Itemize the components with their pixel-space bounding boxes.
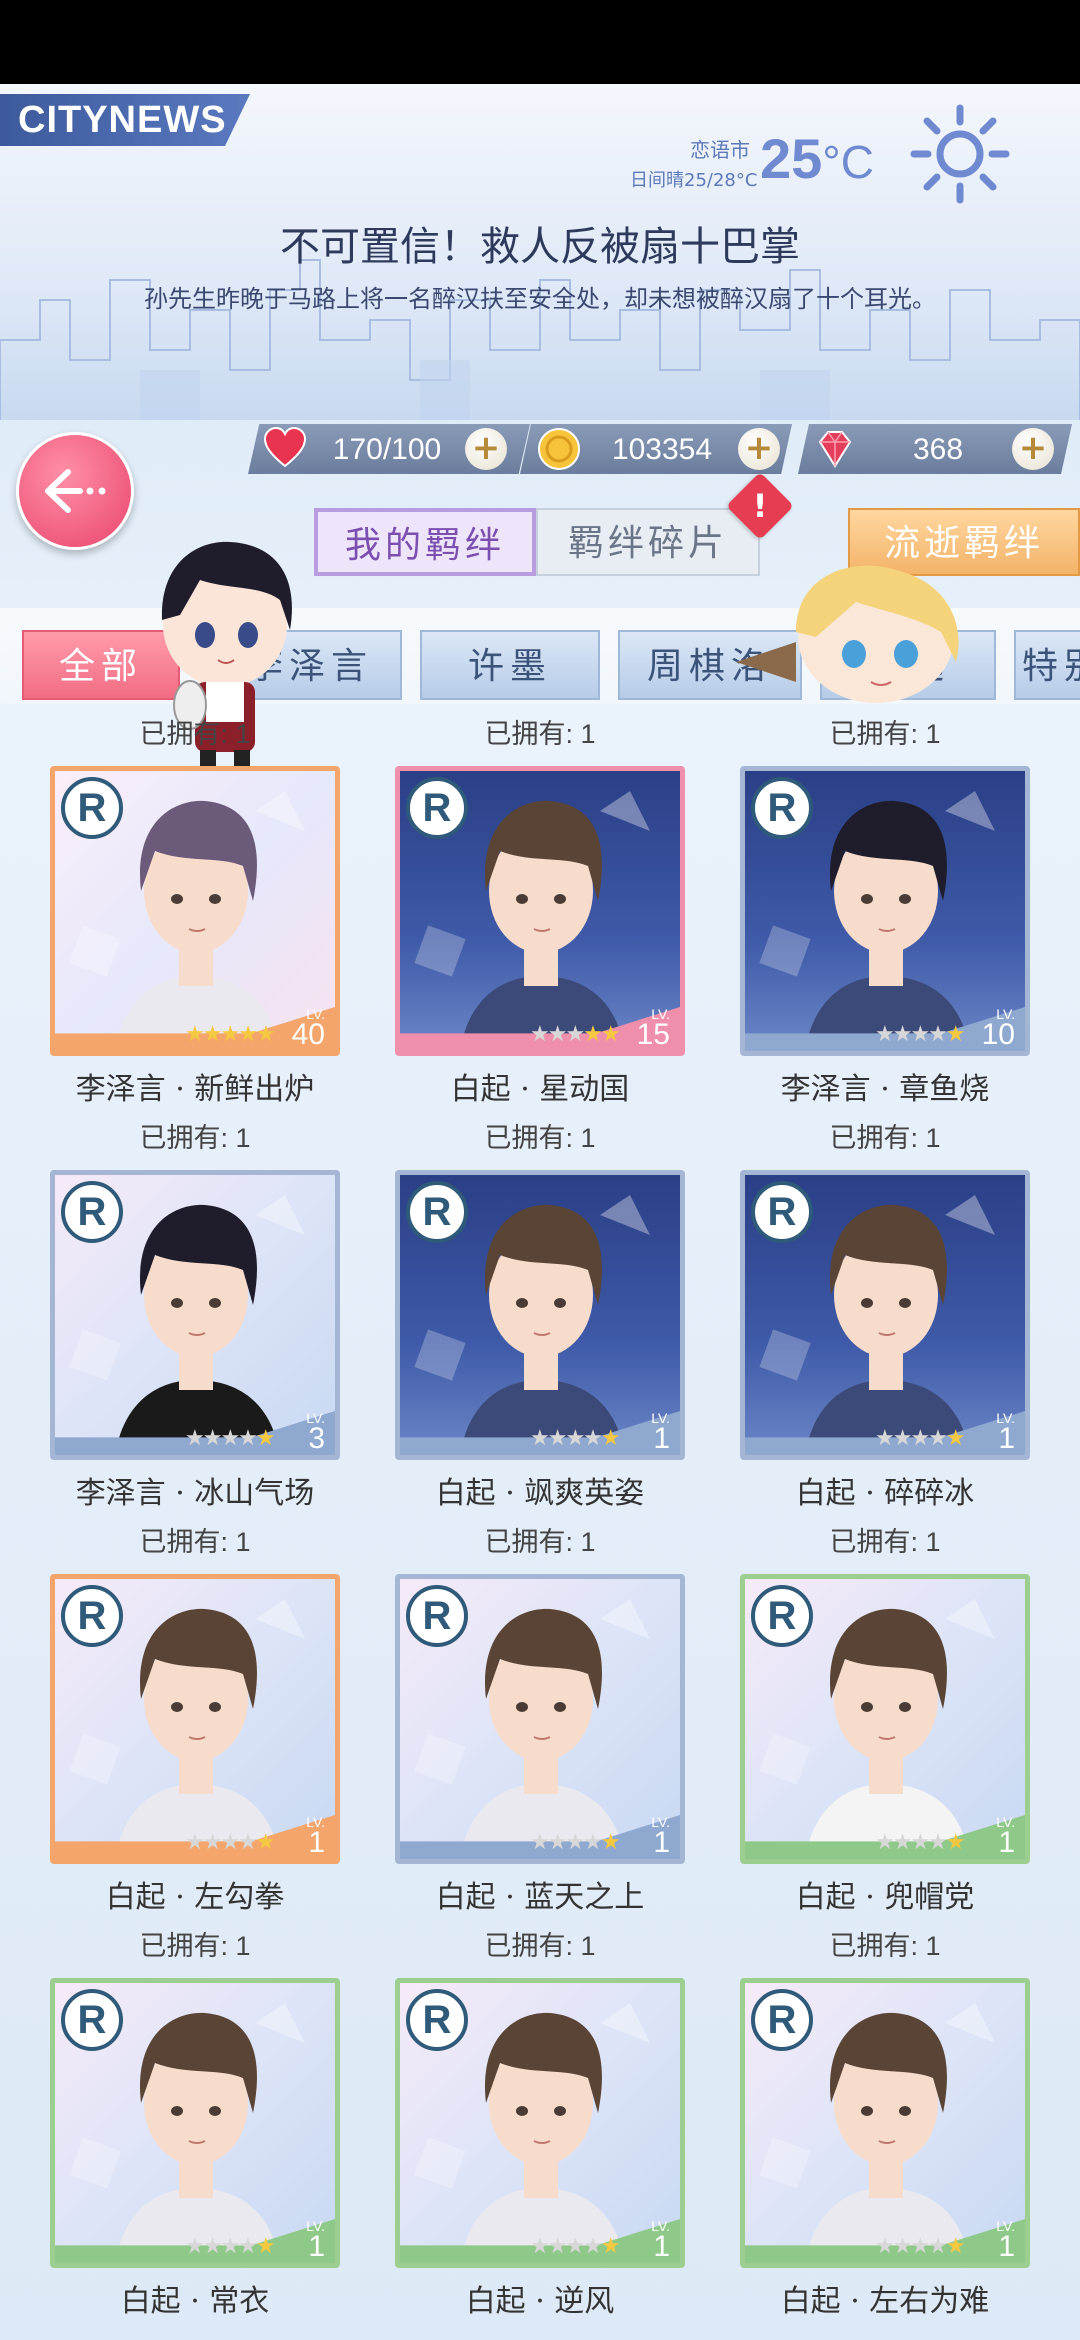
card-name: 李泽言 · 新鲜出炉 [75, 1072, 315, 1107]
owned-count: 已拥有: 1 [139, 1527, 251, 1557]
owned-count: 已拥有: 1 [484, 1931, 596, 1961]
filter-special[interactable]: 特别 [1014, 630, 1080, 700]
stamina-value: 170/100 [332, 433, 442, 466]
citynews-logo: CITYNEWS [0, 94, 250, 146]
card-name: 李泽言 · 冰山气场 [75, 1476, 315, 1511]
filter-xu-mo[interactable]: 许墨 [420, 630, 600, 700]
card-level: LV. 1 [996, 2218, 1015, 2263]
bond-card[interactable]: R ★★★★★ LV. 1 [740, 1574, 1030, 1864]
bond-card[interactable]: R ★★★★★ LV. 1 [50, 1574, 340, 1864]
owned-count: 已拥有: 1 [484, 719, 596, 749]
sun-icon [910, 104, 1010, 204]
card-name: 白起 · 碎碎冰 [795, 1476, 975, 1511]
bond-card[interactable]: R ★★★★★ LV. 1 [395, 1170, 685, 1460]
coin-icon [538, 428, 580, 470]
rarity-badge: R [61, 1181, 123, 1243]
rarity-badge: R [61, 1989, 123, 2051]
star-rating: ★★★★★ [530, 2234, 621, 2259]
weather-forecast: 日间晴25/28°C [630, 170, 758, 191]
news-headline: 不可置信！救人反被扇十巴掌 [280, 224, 800, 270]
diamonds-value: 368 [912, 433, 964, 466]
bond-card[interactable]: R ★★★★★ LV. 1 [395, 1574, 685, 1864]
card-level: LV. 1 [651, 2218, 670, 2263]
star-rating: ★★★★★ [875, 1022, 966, 1047]
bond-card[interactable]: R ★★★★★ LV. 1 [395, 1978, 685, 2268]
weather-widget: 恋语市 日间晴25/28°C 25°C [630, 104, 1010, 214]
weather-temp: 25°C [760, 127, 874, 190]
add-diamonds-button[interactable]: + [1012, 428, 1054, 470]
rarity-badge: R [751, 1989, 813, 2051]
star-rating: ★★★★★ [530, 1022, 621, 1047]
card-level: LV. 1 [996, 1410, 1015, 1455]
weather-city: 恋语市 [690, 138, 750, 162]
card-level: LV. 40 [291, 1006, 325, 1051]
chibi-mascot-blonde [736, 565, 959, 703]
card-name: 白起 · 逆风 [465, 2284, 615, 2319]
owned-count: 已拥有: 1 [829, 1123, 941, 1153]
back-button[interactable] [16, 432, 134, 550]
owned-count: 已拥有: 1 [484, 1123, 596, 1153]
star-rating: ★★★★★ [875, 1426, 966, 1451]
owned-count: 已拥有: 1 [829, 1931, 941, 1961]
star-rating: ★★★★★ [875, 1830, 966, 1855]
card-level: LV. 1 [996, 1814, 1015, 1859]
card-level: LV. 1 [651, 1814, 670, 1859]
add-coins-button[interactable]: + [738, 428, 780, 470]
rarity-badge: R [61, 1585, 123, 1647]
rarity-badge: R [61, 777, 123, 839]
add-stamina-button[interactable]: + [465, 428, 507, 470]
owned-count: 已拥有: 1 [829, 1527, 941, 1557]
star-rating: ★★★★★ [185, 1426, 276, 1451]
tab-my-bonds[interactable]: 我的羁绊 [314, 508, 536, 576]
heart-icon [263, 426, 307, 468]
card-name: 白起 · 飒爽英姿 [435, 1476, 645, 1511]
rarity-badge: R [751, 1585, 813, 1647]
card-name: 白起 · 蓝天之上 [435, 1880, 645, 1915]
bond-card[interactable]: R ★★★★★ LV. 1 [740, 1170, 1030, 1460]
rarity-badge: R [406, 1989, 468, 2051]
status-bar [0, 0, 1080, 84]
star-rating: ★★★★★ [530, 1830, 621, 1855]
owned-count: 已拥有: 1 [139, 1931, 251, 1961]
rarity-badge: R [406, 777, 468, 839]
card-name: 白起 · 星动国 [450, 1072, 630, 1107]
card-level: LV. 1 [306, 1814, 325, 1859]
coins-value: 103354 [611, 433, 713, 466]
star-rating: ★★★★★ [530, 1426, 621, 1451]
owned-count: 已拥有: 1 [139, 1123, 251, 1153]
tab-bond-fragments[interactable]: 羁绊碎片 [536, 508, 760, 576]
owned-count: 已拥有: 1 [139, 719, 251, 749]
card-name: 白起 · 左右为难 [780, 2284, 990, 2319]
bond-card[interactable]: R ★★★★★ LV. 15 [395, 766, 685, 1056]
city-news-banner[interactable]: CITYNEWS 恋语市 日间晴25/28°C 25°C 不可置信！救人反被扇十… [0, 84, 1080, 420]
card-level: LV. 1 [651, 1410, 670, 1455]
star-rating: ★★★★★ [185, 2234, 276, 2259]
rarity-badge: R [406, 1181, 468, 1243]
rarity-badge: R [751, 777, 813, 839]
alert-icon: ! [726, 472, 794, 540]
back-arrow-icon [45, 469, 106, 513]
star-rating: ★★★★★ [185, 1022, 276, 1047]
card-level: LV. 3 [306, 1410, 325, 1455]
diamond-icon [818, 431, 852, 468]
card-name: 白起 · 常衣 [120, 2284, 270, 2319]
star-rating: ★★★★★ [185, 1830, 276, 1855]
star-rating: ★★★★★ [875, 2234, 966, 2259]
card-level: LV. 15 [636, 1006, 670, 1051]
owned-count: 已拥有: 1 [829, 719, 941, 749]
rarity-badge: R [751, 1181, 813, 1243]
card-level: LV. 10 [981, 1006, 1015, 1051]
card-name: 白起 · 左勾拳 [105, 1880, 285, 1915]
owned-count: 已拥有: 1 [484, 1527, 596, 1557]
rarity-badge: R [406, 1585, 468, 1647]
bond-card[interactable]: R ★★★★★ LV. 1 [740, 1978, 1030, 2268]
bond-card[interactable]: R ★★★★★ LV. 1 [50, 1978, 340, 2268]
card-name: 李泽言 · 章鱼烧 [780, 1072, 990, 1107]
bond-card[interactable]: R ★★★★★ LV. 3 [50, 1170, 340, 1460]
news-subline: 孙先生昨晚于马路上将一名醉汉扶至安全处，却未想被醉汉扇了十个耳光。 [144, 285, 936, 313]
bond-card[interactable]: R ★★★★★ LV. 10 [740, 766, 1030, 1056]
card-level: LV. 1 [306, 2218, 325, 2263]
card-name: 白起 · 兜帽党 [795, 1880, 975, 1915]
bond-card[interactable]: R ★★★★★ LV. 40 [50, 766, 340, 1056]
